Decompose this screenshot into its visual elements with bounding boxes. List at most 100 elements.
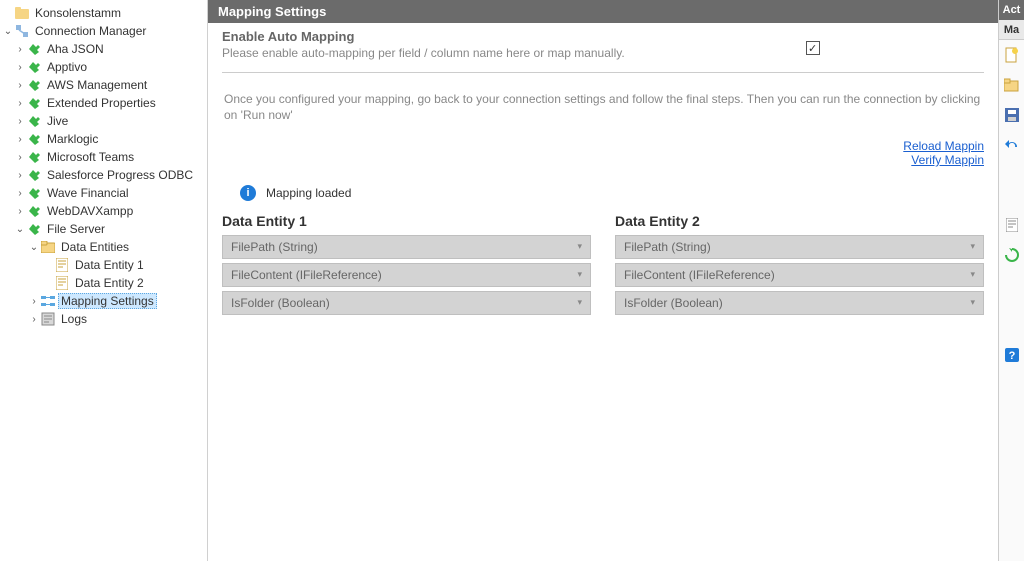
plugin-icon	[26, 41, 42, 57]
chevron-down-icon: ▾	[970, 297, 975, 308]
tree-connection-label: Jive	[44, 113, 71, 129]
field-select-label: IsFolder (Boolean)	[231, 296, 330, 310]
entity1-title: Data Entity 1	[222, 213, 591, 229]
undo-icon[interactable]	[1002, 135, 1022, 155]
mapping-status-text: Mapping loaded	[266, 186, 351, 200]
tree-data-entity-0[interactable]: › Data Entity 1	[0, 256, 207, 274]
field-select-label: FileContent (IFileReference)	[624, 268, 775, 282]
entity1-field-select-0[interactable]: FilePath (String)▾	[222, 235, 591, 259]
chevron-right-icon[interactable]: ›	[14, 134, 26, 145]
folder-icon	[14, 5, 30, 21]
plugin-icon	[26, 59, 42, 75]
action-bar: Act Ma ?	[998, 0, 1024, 561]
chevron-right-icon[interactable]: ›	[14, 116, 26, 127]
tree-root[interactable]: › Konsolenstamm	[0, 4, 207, 22]
tree-connection-7[interactable]: › Salesforce Progress ODBC	[0, 166, 207, 184]
chevron-right-icon[interactable]: ›	[14, 62, 26, 73]
tree-data-entities-label: Data Entities	[58, 239, 132, 255]
main-panel: Mapping Settings Enable Auto Mapping Ple…	[208, 0, 998, 561]
tree-connection-label: Microsoft Teams	[44, 149, 137, 165]
plugin-icon	[26, 203, 42, 219]
svg-text:?: ?	[1008, 350, 1015, 362]
entity-icon	[54, 257, 70, 273]
enable-title: Enable Auto Mapping	[222, 29, 641, 44]
chevron-right-icon[interactable]: ›	[28, 296, 40, 307]
entity2-field-select-2[interactable]: IsFolder (Boolean)▾	[615, 291, 984, 315]
note-icon[interactable]	[1002, 215, 1022, 235]
tree-connection-8[interactable]: › Wave Financial	[0, 184, 207, 202]
tree-root-label: Konsolenstamm	[32, 5, 124, 21]
entity2-field-select-0[interactable]: FilePath (String) ▾	[615, 235, 984, 259]
enable-subtitle: Please enable auto-mapping per field / c…	[222, 46, 641, 62]
save-icon[interactable]	[1002, 105, 1022, 125]
plugin-icon	[26, 221, 42, 237]
verify-mapping-link[interactable]: Verify Mappin	[911, 153, 984, 167]
entity-icon	[54, 275, 70, 291]
entity2-title: Data Entity 2	[615, 213, 984, 229]
entity2-field-select-1[interactable]: FileContent (IFileReference)▾	[615, 263, 984, 287]
enable-auto-mapping-checkbox[interactable]: ✓	[806, 41, 820, 55]
chevron-right-icon[interactable]: ›	[14, 170, 26, 181]
tree-connection-4[interactable]: › Jive	[0, 112, 207, 130]
tree-data-entities[interactable]: ⌄ Data Entities	[0, 238, 207, 256]
refresh-icon[interactable]	[1002, 245, 1022, 265]
entities-folder-icon	[40, 239, 56, 255]
chevron-right-icon[interactable]: ›	[14, 152, 26, 163]
logs-icon	[40, 311, 56, 327]
new-icon[interactable]	[1002, 45, 1022, 65]
action-bar-tab[interactable]: Ma	[999, 20, 1024, 40]
chevron-down-icon: ▾	[577, 297, 582, 308]
tree-connection-2[interactable]: › AWS Management	[0, 76, 207, 94]
tree-connection-manager-label: Connection Manager	[32, 23, 149, 39]
chevron-right-icon[interactable]: ›	[28, 314, 40, 325]
chevron-right-icon[interactable]: ›	[14, 44, 26, 55]
field-select-label: FilePath (String)	[624, 240, 711, 254]
chevron-down-icon[interactable]: ⌄	[28, 242, 40, 253]
tree-data-entity-1[interactable]: ›Data Entity 2	[0, 274, 207, 292]
tree-connection-label: Wave Financial	[44, 185, 132, 201]
chevron-blank-icon: ›	[42, 260, 54, 271]
reload-mapping-link[interactable]: Reload Mappin	[234, 139, 984, 153]
field-select-label: FileContent (IFileReference)	[231, 268, 382, 282]
chevron-down-icon[interactable]: ⌄	[2, 26, 14, 37]
tree-data-entity-label: Data Entity 1	[72, 257, 147, 273]
chevron-blank-icon: ›	[2, 8, 14, 19]
tree-connection-label: Apptivo	[44, 59, 90, 75]
tree-connection-9[interactable]: › WebDAVXampp	[0, 202, 207, 220]
chevron-right-icon[interactable]: ›	[14, 80, 26, 91]
tree-connection-manager[interactable]: ⌄ Connection Manager	[0, 22, 207, 40]
mapping-status-row: i Mapping loaded	[240, 185, 984, 201]
plugin-icon	[26, 149, 42, 165]
config-hint: Once you configured your mapping, go bac…	[224, 91, 982, 123]
plugin-icon	[26, 113, 42, 129]
open-icon[interactable]	[1002, 75, 1022, 95]
entity1-field-select-2[interactable]: IsFolder (Boolean) ▾	[222, 291, 591, 315]
tree-logs[interactable]: › Logs	[0, 310, 207, 328]
tree-connection-label: WebDAVXampp	[44, 203, 136, 219]
chevron-right-icon[interactable]: ›	[14, 98, 26, 109]
tree-file-server-label: File Server	[44, 221, 108, 237]
chevron-right-icon[interactable]: ›	[14, 188, 26, 199]
plugin-icon	[26, 77, 42, 93]
tree-connection-label: Salesforce Progress ODBC	[44, 167, 196, 183]
chevron-down-icon: ▾	[970, 241, 975, 252]
entity1-field-select-1[interactable]: FileContent (IFileReference) ▾	[222, 263, 591, 287]
tree-connection-3[interactable]: › Extended Properties	[0, 94, 207, 112]
chevron-down-icon[interactable]: ⌄	[14, 224, 26, 235]
tree-mapping-settings[interactable]: › Mapping Settings	[0, 292, 207, 310]
plugin-icon	[26, 95, 42, 111]
tree-connection-label: Extended Properties	[44, 95, 159, 111]
tree-connection-6[interactable]: › Microsoft Teams	[0, 148, 207, 166]
tree-connection-5[interactable]: ›Marklogic	[0, 130, 207, 148]
entity2-column: Data Entity 2 FilePath (String) ▾ FileCont…	[615, 211, 984, 319]
main-title: Mapping Settings	[208, 0, 998, 23]
tree-file-server[interactable]: ⌄ File Server	[0, 220, 207, 238]
help-icon[interactable]: ?	[1002, 345, 1022, 365]
tree-connection-label: Aha JSON	[44, 41, 107, 57]
chevron-right-icon[interactable]: ›	[14, 206, 26, 217]
tree-connection-1[interactable]: › Apptivo	[0, 58, 207, 76]
chevron-down-icon: ▾	[577, 269, 582, 280]
tree-connection-label: AWS Management	[44, 77, 150, 93]
chevron-down-icon: ▾	[577, 241, 582, 252]
tree-connection-0[interactable]: › Aha JSON	[0, 40, 207, 58]
